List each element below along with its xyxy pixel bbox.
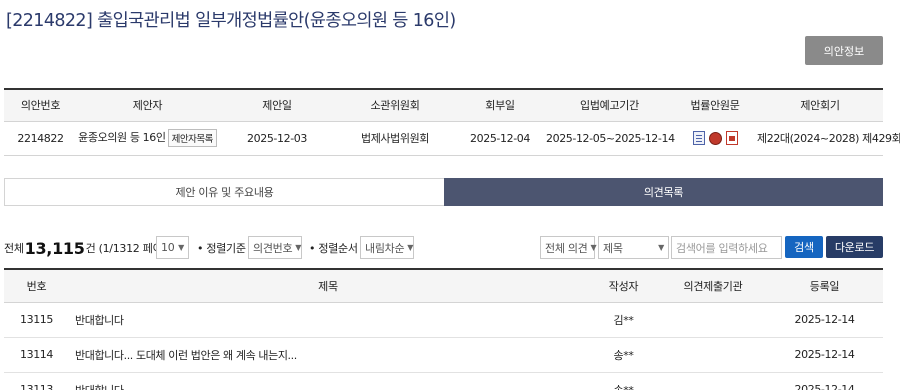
tab-proposal-reason[interactable]: 제안 이유 및 주요내용 <box>4 178 444 206</box>
tab-opinion-list[interactable]: 의견목록 <box>444 178 883 206</box>
proposer-list-button[interactable]: 제안자목록 <box>167 129 217 147</box>
search-input[interactable]: 검색어를 입력하세요 <box>671 236 782 259</box>
opinion-org <box>660 337 766 373</box>
opinion-title-link[interactable]: 반대합니다 <box>69 372 587 390</box>
download-button[interactable]: 다운로드 <box>826 236 883 258</box>
opinion-table: 번호 제목 작성자 의견제출기관 등록일 13115 반대합니다 김** 202… <box>4 268 883 390</box>
viewer-icon[interactable] <box>708 131 722 145</box>
chevron-down-icon: ▼ <box>658 243 664 252</box>
column-header: 작성자 <box>587 268 660 303</box>
column-header: 제안자 <box>77 88 218 122</box>
opinion-number: 13114 <box>4 337 69 373</box>
opinion-date: 2025-12-14 <box>766 337 883 373</box>
column-header: 의견제출기관 <box>660 268 766 303</box>
content-tabs: 제안 이유 및 주요내용 의견목록 <box>4 178 883 206</box>
bill-summary-table: 의안번호 제안자 제안일 소관위원회 회부일 입법예고기간 법률안원문 제안회기… <box>4 88 900 156</box>
page-size-value: 10 <box>161 241 175 254</box>
opinion-author: 송** <box>587 372 660 390</box>
table-row[interactable]: 13114 반대합니다... 도대체 이런 법안은 왜 계속 내는지... 송*… <box>4 337 883 373</box>
proposer-name: 윤종오의원 등 16인 <box>78 131 166 144</box>
opinion-title-link[interactable]: 반대합니다 <box>69 302 587 338</box>
order-label: • 정렬순서 <box>309 242 358 255</box>
chevron-down-icon: ▼ <box>407 243 414 252</box>
opinion-filter-value: 전체 의견 <box>545 241 588 255</box>
column-header: 등록일 <box>766 268 883 303</box>
hwp-document-icon[interactable] <box>692 131 705 145</box>
page-size-select[interactable]: 10 ▼ <box>156 236 189 259</box>
bill-info-button[interactable]: 의안정보 <box>805 36 883 65</box>
table-row[interactable]: 13115 반대합니다 김** 2025-12-14 <box>4 302 883 338</box>
column-header: 의안번호 <box>4 88 77 122</box>
proposal-date: 2025-12-03 <box>218 121 336 156</box>
opinion-filter-select[interactable]: 전체 의견 ▼ <box>540 236 597 259</box>
opinion-title-link[interactable]: 반대합니다... 도대체 이런 법안은 왜 계속 내는지... <box>69 337 587 373</box>
column-header: 번호 <box>4 268 69 303</box>
order-value: 내림차순 <box>365 241 405 255</box>
search-button[interactable]: 검색 <box>785 236 823 258</box>
sort-label: • 정렬기준 <box>197 242 246 255</box>
proposer-cell: 윤종오의원 등 16인 제안자목록 <box>77 121 218 156</box>
search-field-value: 제목 <box>603 241 623 255</box>
column-header: 입법예고기간 <box>546 88 673 122</box>
committee: 법제사법위원회 <box>336 121 454 156</box>
total-prefix: 전체 <box>4 242 24 255</box>
sort-value: 의견번호 <box>253 241 293 255</box>
opinion-date: 2025-12-14 <box>766 302 883 338</box>
total-number: 13,115 <box>24 238 85 258</box>
opinion-date: 2025-12-14 <box>766 372 883 390</box>
chevron-down-icon: ▼ <box>178 243 184 252</box>
chevron-down-icon: ▼ <box>295 243 302 252</box>
column-header: 제안회기 <box>757 88 883 122</box>
bill-table-header: 의안번호 제안자 제안일 소관위원회 회부일 입법예고기간 법률안원문 제안회기 <box>4 88 883 122</box>
column-header: 법률안원문 <box>673 88 757 122</box>
bill-number: 2214822 <box>4 121 77 156</box>
order-select[interactable]: 내림차순 ▼ <box>360 236 414 259</box>
opinion-author: 김** <box>587 302 660 338</box>
referral-date: 2025-12-04 <box>454 121 546 156</box>
opinion-number: 13113 <box>4 372 69 390</box>
chevron-down-icon: ▼ <box>590 243 597 252</box>
search-field-select[interactable]: 제목 ▼ <box>598 236 669 259</box>
bill-documents <box>673 121 757 156</box>
opinion-org <box>660 372 766 390</box>
column-header: 제안일 <box>218 88 336 122</box>
opinion-number: 13115 <box>4 302 69 338</box>
pdf-icon[interactable] <box>725 131 738 145</box>
sort-select[interactable]: 의견번호 ▼ <box>248 236 302 259</box>
opinion-author: 송** <box>587 337 660 373</box>
column-header: 회부일 <box>454 88 546 122</box>
bill-row: 2214822 윤종오의원 등 16인 제안자목록 2025-12-03 법제사법… <box>4 121 900 156</box>
opinion-table-header: 번호 제목 작성자 의견제출기관 등록일 <box>4 268 883 303</box>
session: 제22대(2024~2028) 제429회 <box>757 121 900 156</box>
column-header: 제목 <box>69 268 587 303</box>
table-row[interactable]: 13113 반대합니다 송** 2025-12-14 <box>4 372 883 390</box>
page-title: [2214822] 출입국관리법 일부개정법률안(윤종오의원 등 16인) <box>6 11 456 31</box>
filter-bar: 전체 13,115 건 (1/1312 페이지) 10 ▼ • 정렬기준 의견번호… <box>4 236 883 260</box>
total-count: 전체 13,115 건 (1/1312 페이지) <box>4 236 176 260</box>
notice-period: 2025-12-05~2025-12-14 <box>546 121 675 156</box>
opinion-org <box>660 302 766 338</box>
column-header: 소관위원회 <box>336 88 454 122</box>
